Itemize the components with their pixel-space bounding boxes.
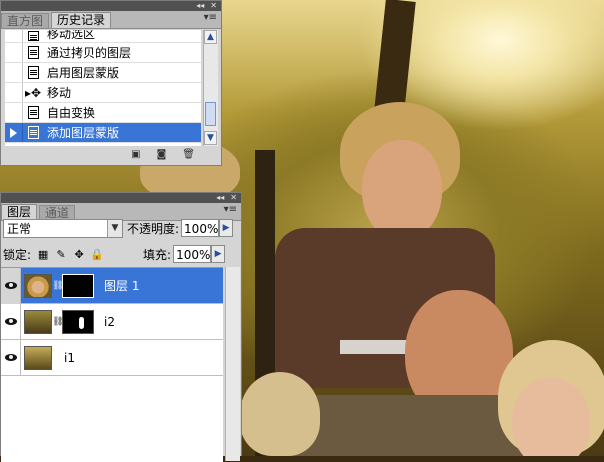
layer-row[interactable]: ⛓ i2	[1, 303, 223, 340]
history-state-label: 通过拷贝的图层	[47, 46, 132, 60]
boy-face	[362, 140, 442, 240]
layers-panel-titlebar[interactable]: ◂◂ ✕	[1, 193, 241, 203]
history-tabs: 直方图 历史记录 ▾≡	[1, 11, 221, 29]
close-icon[interactable]: ✕	[230, 193, 237, 203]
layer-mask-thumbnail[interactable]	[62, 273, 94, 298]
layer-name[interactable]: i1	[64, 351, 75, 365]
history-state-selected[interactable]: 添加图层蒙版	[5, 123, 201, 143]
new-snapshot-icon[interactable]: ◙	[157, 149, 167, 160]
state-icon	[23, 103, 43, 122]
history-state-label: 自由变换	[47, 106, 96, 120]
source-checkbox[interactable]	[5, 63, 23, 82]
lock-label: 锁定:	[3, 247, 32, 262]
fill-input[interactable]: 100%	[173, 245, 212, 263]
source-checkbox[interactable]	[5, 103, 23, 122]
lock-all-icon[interactable]: 🔒	[90, 248, 104, 261]
eye-icon	[4, 318, 17, 325]
layers-panel: ◂◂ ✕ 图层 通道 ▾≡ 正常 ▼ 不透明度: 100% ▶ 锁定: ▦ ✎ …	[0, 192, 242, 462]
link-icon[interactable]: ⛓	[52, 315, 63, 329]
history-footer: ▣ ◙ 🗑	[5, 147, 217, 161]
new-document-from-state-icon[interactable]: ▣	[131, 149, 140, 160]
state-icon	[23, 43, 43, 62]
opacity-input[interactable]: 100%	[181, 219, 220, 237]
history-state[interactable]: 启用图层蒙版	[5, 63, 201, 83]
layer-row[interactable]: i1	[1, 339, 223, 376]
opacity-slider-button[interactable]: ▶	[219, 219, 234, 237]
history-state-label: 启用图层蒙版	[47, 66, 120, 80]
fill-slider-button[interactable]: ▶	[211, 245, 226, 263]
source-checkbox[interactable]	[5, 43, 23, 62]
current-state-marker-icon	[10, 128, 17, 138]
scroll-up-icon[interactable]: ▲	[204, 30, 217, 44]
collapse-icon[interactable]: ◂◂	[196, 1, 204, 11]
history-scrollbar[interactable]: ▲ ▼	[203, 30, 218, 146]
girl-face	[512, 378, 590, 456]
history-state[interactable]: 自由变换	[5, 103, 201, 123]
layer-name[interactable]: 图层 1	[104, 277, 139, 294]
layer-thumbnail	[24, 273, 52, 298]
state-icon	[23, 123, 43, 142]
collapse-icon[interactable]: ◂◂	[216, 193, 224, 203]
tab-history[interactable]: 历史记录	[51, 12, 112, 28]
layer-thumbnail	[24, 345, 52, 370]
blend-opacity-row: 正常 ▼ 不透明度: 100% ▶	[3, 217, 237, 239]
source-checkbox[interactable]	[5, 30, 23, 42]
state-icon	[23, 63, 43, 82]
scroll-thumb[interactable]	[205, 102, 216, 126]
blend-mode-value: 正常	[7, 221, 32, 236]
child-hair	[240, 372, 320, 456]
panel-menu-icon[interactable]: ▾≡	[224, 204, 237, 215]
history-panel-titlebar[interactable]: ◂◂ ✕	[1, 1, 221, 11]
lock-transparent-pixels-icon[interactable]: ▦	[37, 248, 49, 261]
layer-name[interactable]: i2	[104, 315, 115, 329]
opacity-label: 不透明度:	[127, 221, 180, 236]
history-state[interactable]: 移动选区	[5, 30, 201, 43]
visibility-toggle[interactable]	[1, 267, 21, 304]
panel-menu-icon[interactable]: ▾≡	[204, 12, 217, 23]
delete-state-icon[interactable]: 🗑	[182, 149, 195, 160]
chevron-down-icon[interactable]: ▼	[107, 219, 122, 237]
layers-list: ⛓ 图层 1 ⛓ i2 i1	[1, 267, 223, 462]
eye-icon	[4, 354, 17, 361]
blend-mode-select[interactable]: 正常 ▼	[3, 218, 123, 238]
lock-position-icon[interactable]: ✥	[73, 248, 85, 261]
lock-image-pixels-icon[interactable]: ✎	[55, 248, 67, 261]
history-state-label: 移动选区	[47, 30, 96, 41]
eye-icon	[4, 282, 17, 289]
history-state[interactable]: 通过拷贝的图层	[5, 43, 201, 63]
state-icon	[23, 30, 43, 42]
close-icon[interactable]: ✕	[210, 1, 217, 11]
tab-histogram[interactable]: 直方图	[1, 13, 50, 28]
history-panel: ◂◂ ✕ 直方图 历史记录 ▾≡ 移动选区 通过拷贝的图层 启用图层蒙版 ▸✥ …	[0, 0, 222, 166]
layers-scrollbar[interactable]	[225, 267, 240, 461]
source-checkbox[interactable]	[5, 83, 23, 102]
lock-fill-row: 锁定: ▦ ✎ ✥ 🔒 填充: 100% ▶	[3, 244, 237, 264]
history-state-label: 移动	[47, 86, 72, 100]
scroll-down-icon[interactable]: ▼	[204, 131, 217, 145]
visibility-toggle[interactable]	[1, 303, 21, 340]
history-list: 移动选区 通过拷贝的图层 启用图层蒙版 ▸✥ 移动 自由变换 添加图层蒙版	[5, 30, 201, 146]
layer-mask-thumbnail[interactable]	[62, 309, 94, 334]
source-checkbox[interactable]	[5, 123, 23, 142]
link-icon[interactable]: ⛓	[52, 279, 63, 293]
man-shirt	[285, 395, 525, 456]
layer-row-selected[interactable]: ⛓ 图层 1	[1, 267, 223, 304]
fill-label: 填充:	[143, 247, 172, 262]
visibility-toggle[interactable]	[1, 339, 21, 376]
history-state-label: 添加图层蒙版	[47, 126, 120, 140]
layer-thumbnail	[24, 309, 52, 334]
move-tool-icon: ▸✥	[24, 85, 42, 100]
history-state[interactable]: ▸✥ 移动	[5, 83, 201, 103]
